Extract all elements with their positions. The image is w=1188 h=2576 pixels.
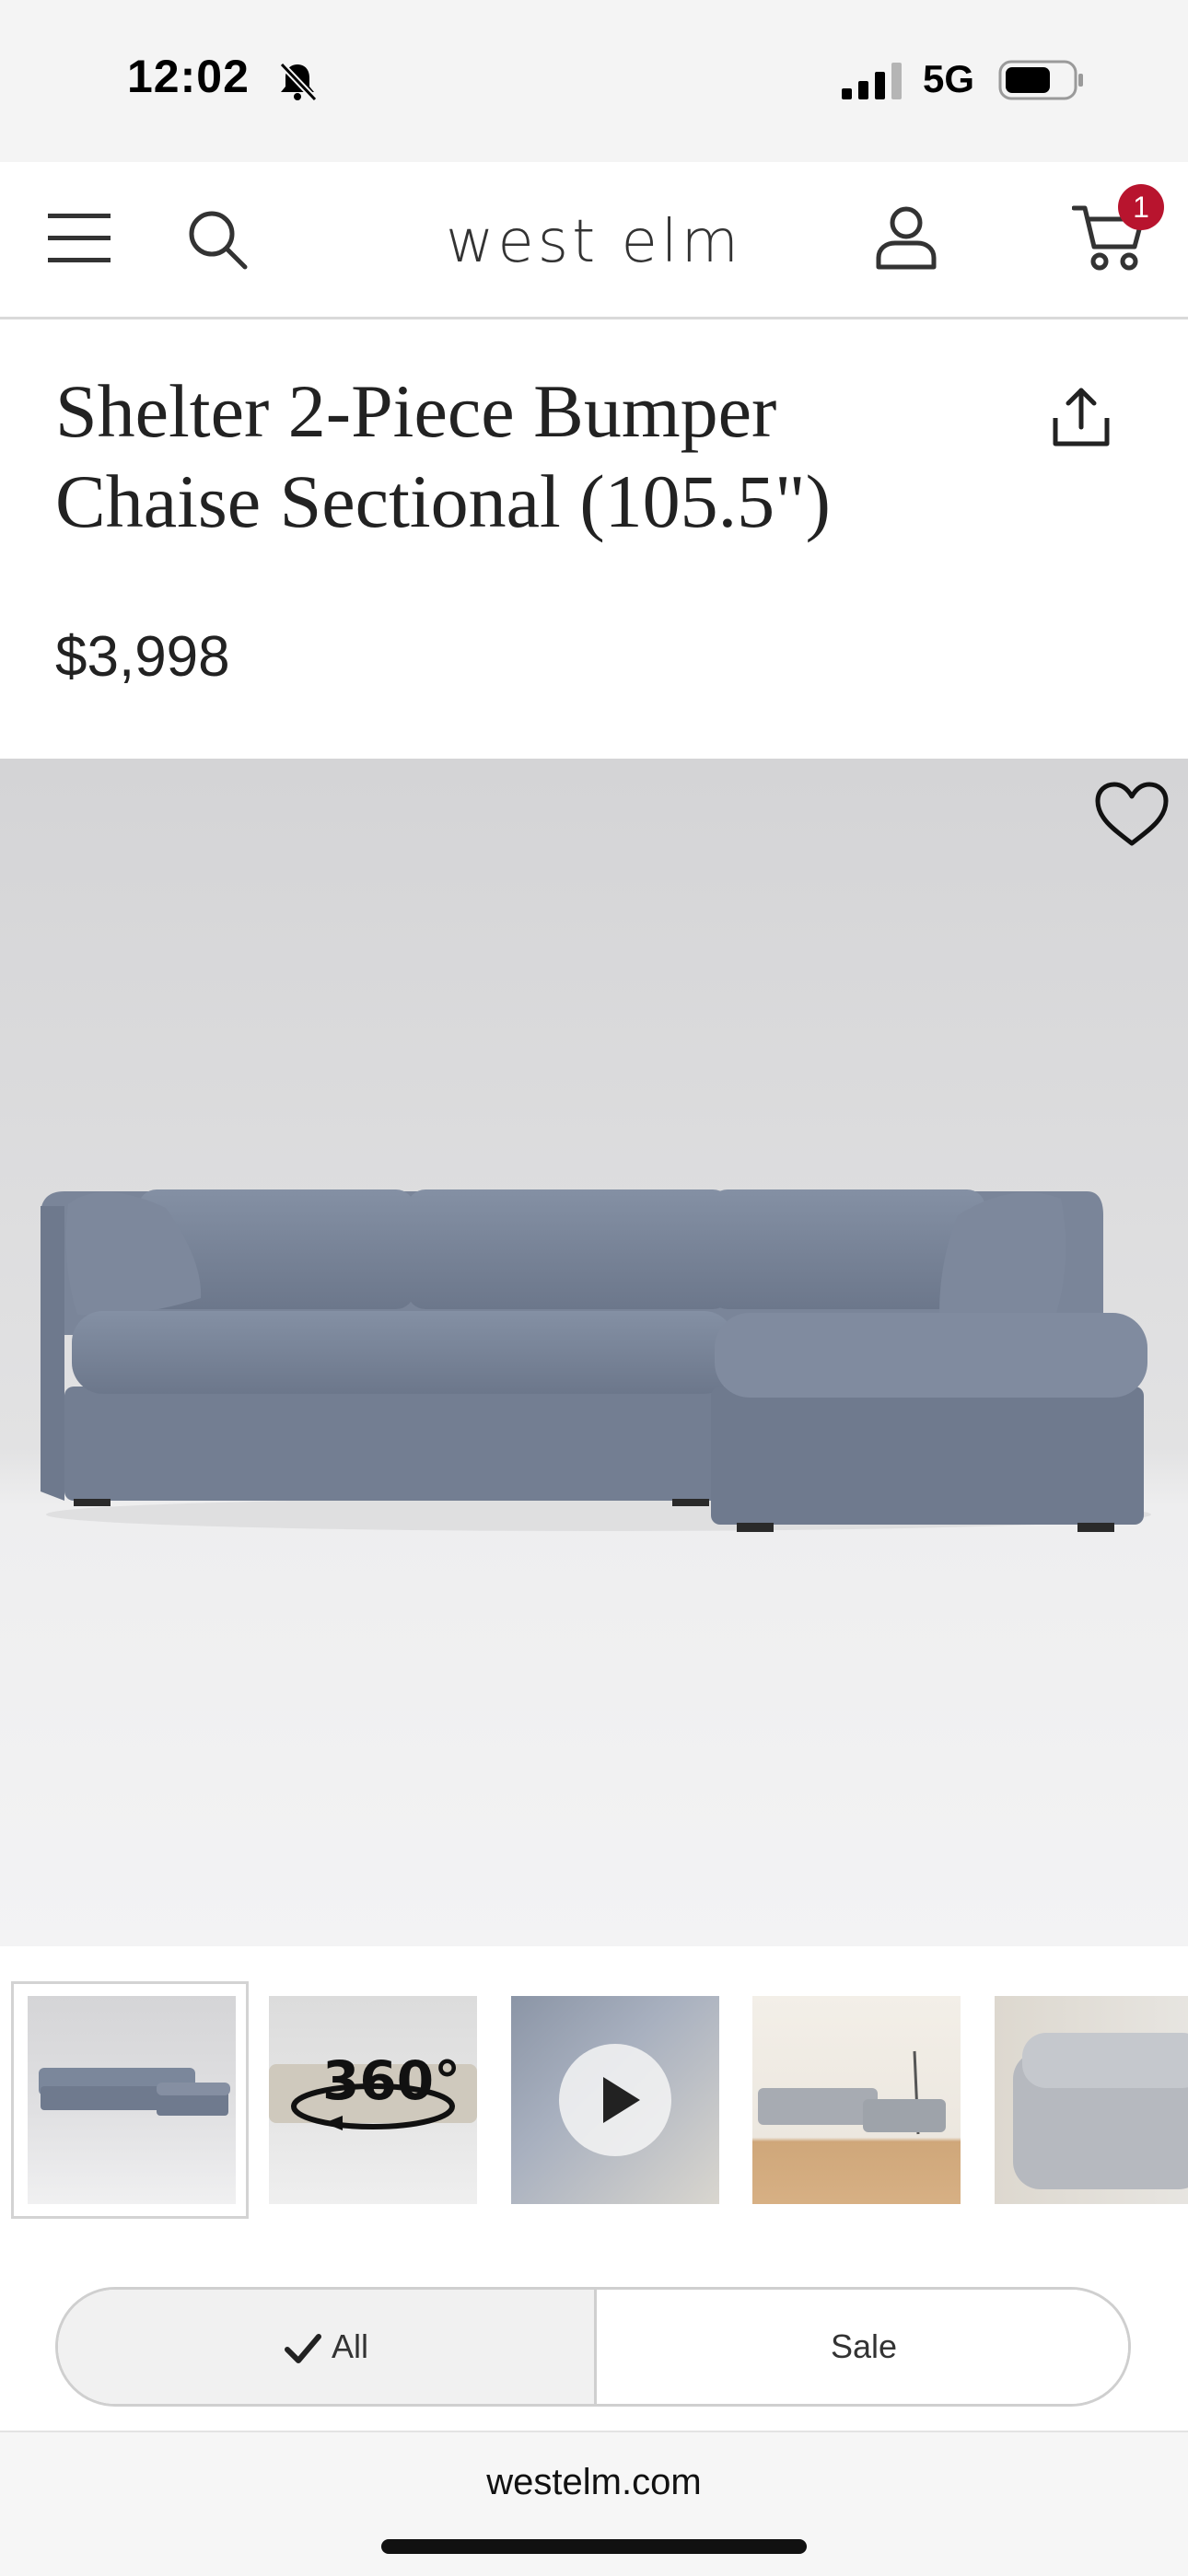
browser-url[interactable]: westelm.com [0,2462,1188,2503]
product-title: Shelter 2-Piece Bumper Chaise Sectional … [55,369,831,543]
filter-all-label: All [331,2327,368,2365]
filter-toggle: All Sale [55,2287,1131,2407]
product-price: $3,998 [55,625,230,689]
detail-sofa-image [1013,2033,1188,2189]
cellular-signal-icon [842,63,902,99]
thumbnail-strip: 360° [0,1981,1188,2219]
site-header: west elm 1 [0,162,1188,319]
sectional-sofa-illustration [41,1189,1151,1532]
home-indicator[interactable] [381,2539,807,2554]
cart-count-badge: 1 [1118,184,1164,230]
status-bar: 12:02 5G [0,0,1188,162]
share-icon[interactable] [1052,387,1111,447]
room-sofa-image [758,2050,946,2135]
thumbnail-detail[interactable] [995,1996,1188,2204]
account-icon[interactable] [875,204,938,271]
battery-icon [998,60,1083,100]
thumbnail-room-scene[interactable] [752,1996,961,2204]
checkmark-icon [284,2334,321,2364]
status-time: 12:02 [127,51,250,102]
favorite-heart-icon[interactable] [1094,781,1170,849]
browser-address-bar[interactable]: westelm.com [0,2431,1188,2576]
network-type: 5G [923,57,975,100]
silent-bell-icon [279,62,318,102]
three-sixty-label: 360° [322,2049,461,2112]
filter-sale-label: Sale [830,2327,898,2365]
brand-logo[interactable]: west elm [0,208,1188,276]
play-button-icon[interactable] [559,2044,671,2156]
thumbnail-360[interactable]: 360° [269,1996,477,2204]
thumbnail-video[interactable] [511,1996,719,2204]
filter-all-button[interactable]: All [58,2290,597,2404]
filter-sale-button[interactable]: Sale [597,2290,1128,2404]
mini-sofa-image [39,2068,230,2116]
thumbnail-1[interactable] [28,1996,236,2204]
